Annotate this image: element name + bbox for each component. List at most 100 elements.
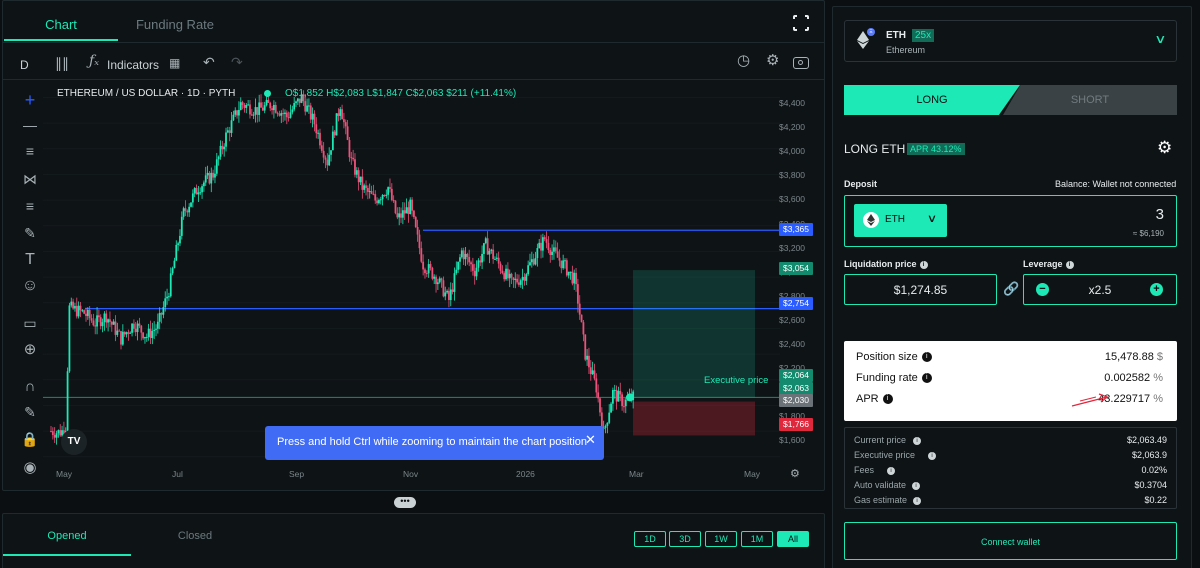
lock-icon[interactable]: 🔒 <box>19 431 41 448</box>
candle-body <box>278 113 281 116</box>
deposit-label: Deposit <box>844 179 878 189</box>
candle-body <box>219 145 222 157</box>
brush-icon[interactable]: ✎ <box>19 225 41 242</box>
candle-body <box>171 268 174 274</box>
candle-body <box>449 289 452 301</box>
info-icon[interactable]: i <box>887 467 895 475</box>
candle-body <box>624 399 627 407</box>
settings-icon[interactable]: ⚙ <box>1157 138 1172 158</box>
divider <box>3 42 824 43</box>
interval-selector[interactable]: D <box>20 58 29 72</box>
positions-panel: Opened Closed 1D 3D 1W 1M All <box>2 513 825 568</box>
candle-body <box>619 390 622 395</box>
candle-body <box>599 398 601 413</box>
liquidation-label-text: Liquidation price <box>844 259 917 269</box>
asset-name: Ethereum <box>886 45 926 55</box>
info-icon[interactable]: i <box>1065 260 1074 269</box>
axis-settings-icon[interactable]: ⚙ <box>790 467 800 481</box>
pattern-icon[interactable]: ⋈ <box>19 171 41 188</box>
camera-icon[interactable] <box>793 57 809 69</box>
candle-body <box>66 371 69 432</box>
trend-line-icon[interactable]: — <box>19 117 41 133</box>
indicators-button[interactable]: Indicators <box>107 58 159 72</box>
candle-body <box>396 213 399 218</box>
tab-opened[interactable]: Opened <box>3 514 131 556</box>
asset-selector[interactable]: Ξ ETH 25x Ethereum ∨ <box>844 20 1177 62</box>
candle-body <box>267 99 270 103</box>
settings-gear-icon[interactable]: ⚙ <box>766 53 779 68</box>
projection-icon[interactable]: ≡ <box>19 198 41 214</box>
close-icon[interactable]: ✕ <box>585 432 596 448</box>
info-icon[interactable]: i <box>921 373 932 384</box>
text-icon[interactable]: T <box>19 251 41 269</box>
resize-handle[interactable]: ••• <box>394 497 416 508</box>
link-icon[interactable]: 🔗 <box>1003 281 1019 297</box>
candle-body <box>160 312 163 315</box>
zoom-in-icon[interactable]: ⊕ <box>19 340 41 358</box>
candle-body <box>149 328 152 339</box>
candle-body <box>153 329 156 331</box>
position-summary: Position size i 15,478.88 $ Funding rate i… <box>844 341 1177 421</box>
indicators-icon[interactable]: ƒₓ <box>89 54 99 68</box>
undo-icon[interactable]: ↶ <box>203 55 215 69</box>
info-icon[interactable]: i <box>913 437 921 445</box>
info-icon[interactable]: i <box>919 260 928 269</box>
info-icon[interactable]: i <box>928 452 936 460</box>
candle-body <box>588 355 590 368</box>
candle-body <box>576 284 579 304</box>
range-all[interactable]: All <box>777 531 809 547</box>
price-chart[interactable] <box>43 80 780 465</box>
candle-body <box>571 271 574 284</box>
summary-label: APR i <box>856 393 893 405</box>
lock-drawings-icon[interactable]: ✎ <box>19 404 41 421</box>
deposit-usd-value: ≈ $6,190 <box>1132 229 1164 238</box>
tab-funding-rate[interactable]: Funding Rate <box>118 1 232 41</box>
candle-body <box>541 237 544 251</box>
candle-body <box>505 268 507 280</box>
range-1d[interactable]: 1D <box>634 531 666 547</box>
range-1w[interactable]: 1W <box>705 531 737 547</box>
fullscreen-icon[interactable] <box>793 15 809 31</box>
short-tab[interactable]: SHORT <box>1003 85 1177 115</box>
candle-body <box>337 113 340 116</box>
candle-body <box>236 110 238 116</box>
eye-icon[interactable]: ◉ <box>19 458 41 476</box>
candle-body <box>354 159 356 175</box>
candle-body <box>363 185 366 190</box>
tab-closed[interactable]: Closed <box>131 514 259 556</box>
long-tab[interactable]: LONG <box>844 85 1020 115</box>
candle-body <box>361 176 364 190</box>
magnet-icon[interactable]: ∩ <box>19 378 41 395</box>
crosshair-icon[interactable]: + <box>19 90 41 111</box>
emoji-icon[interactable]: ☺ <box>19 277 41 295</box>
candles-icon[interactable]: ∥∥ <box>55 56 69 70</box>
deposit-input[interactable]: ETH ∨ 3 ≈ $6,190 <box>844 195 1177 247</box>
deposit-amount[interactable]: 3 <box>1156 206 1164 223</box>
redo-icon[interactable]: ↷ <box>231 55 243 69</box>
unit: $ <box>1156 351 1163 363</box>
detail-value: 0.02% <box>1141 465 1167 475</box>
info-icon[interactable]: i <box>913 497 921 505</box>
annotation-arrow <box>1071 393 1109 407</box>
info-icon[interactable]: i <box>912 482 920 490</box>
candle-body <box>551 251 553 255</box>
candle-body <box>51 431 54 436</box>
candle-body <box>70 301 73 306</box>
detail-row: Current price i $2,063.49 <box>854 435 1167 447</box>
candle-body <box>319 132 321 146</box>
info-icon[interactable]: i <box>882 394 893 405</box>
connect-wallet-button[interactable]: Connect wallet <box>844 522 1177 560</box>
range-1m[interactable]: 1M <box>741 531 773 547</box>
candle-body <box>573 272 576 284</box>
ruler-icon[interactable]: ▭ <box>19 315 41 332</box>
candle-body <box>55 433 58 438</box>
zoom-tip-toast: Press and hold Ctrl while zooming to mai… <box>265 426 604 460</box>
alert-clock-icon[interactable]: ◷ <box>737 53 750 68</box>
plus-icon[interactable]: + <box>1150 283 1163 296</box>
range-3d[interactable]: 3D <box>669 531 701 547</box>
token-select[interactable]: ETH ∨ <box>854 204 947 237</box>
tab-chart[interactable]: Chart <box>4 1 118 41</box>
layout-grid-icon[interactable]: ▦ <box>169 56 180 70</box>
fib-retracement-icon[interactable]: ≡ <box>19 143 41 159</box>
info-icon[interactable]: i <box>921 352 932 363</box>
